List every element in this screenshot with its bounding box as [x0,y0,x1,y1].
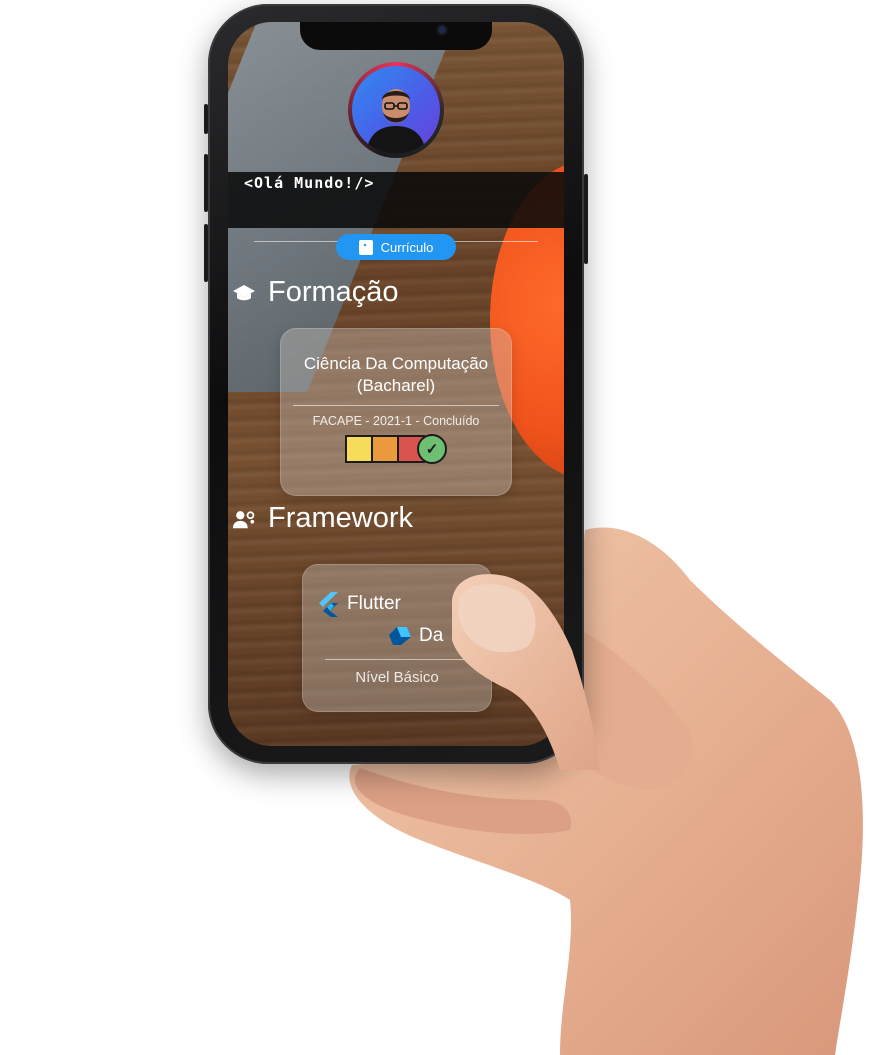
education-section-header: Formação [232,276,399,309]
file-download-icon [358,239,373,255]
volume-down-button [204,224,208,282]
resume-download-button[interactable]: Currículo [336,234,456,260]
phone-notch [300,22,492,50]
avatar[interactable] [352,66,440,154]
degree-title-line1: Ciência Da Computação [303,354,489,373]
skill-level: Nível Básico [355,669,439,686]
volume-up-button [204,154,208,212]
check-circle-icon: ✓ [417,434,447,464]
resume-button-label: Currículo [380,239,434,255]
mute-switch [204,104,208,134]
greeting-text: <Olá Mundo!/> [244,174,375,192]
education-card[interactable]: Ciência Da Computação (Bacharel) FACAPE … [280,328,512,496]
person-silhouette-icon [366,89,426,154]
framework-title: Framework [268,502,414,534]
education-title: Formação [268,276,399,308]
dart-label: Da [419,625,444,646]
flutter-logo: Flutter [317,591,401,617]
progress-segment-2 [371,435,399,463]
dart-logo-icon [389,627,411,645]
person-gear-icon [232,507,256,531]
flutter-label: Flutter [347,593,401,614]
degree-details: FACAPE - 2021-1 - Concluído [312,414,480,428]
dart-logo: Da [387,625,443,647]
phone-screen: Bem-vindo! <Olá Mundo!/> Currículo [228,22,564,746]
completion-progress: ✓ [345,434,447,464]
framework-card[interactable]: Flutter Da Nível Básico [302,564,492,712]
card-divider [293,405,499,406]
power-button [584,174,588,264]
flutter-logo-icon [319,592,338,617]
front-camera [438,26,446,34]
mockup-stage: Bem-vindo! <Olá Mundo!/> Currículo [0,0,871,1055]
framework-section-header: Framework [232,502,413,535]
progress-segment-1 [345,435,373,463]
degree-title-line2: (Bacharel) [356,376,436,395]
degree-title: Ciência Da Computação (Bacharel) [281,329,511,397]
avatar-ring [348,62,444,158]
graduation-cap-icon [232,281,256,305]
card-divider [325,659,469,660]
